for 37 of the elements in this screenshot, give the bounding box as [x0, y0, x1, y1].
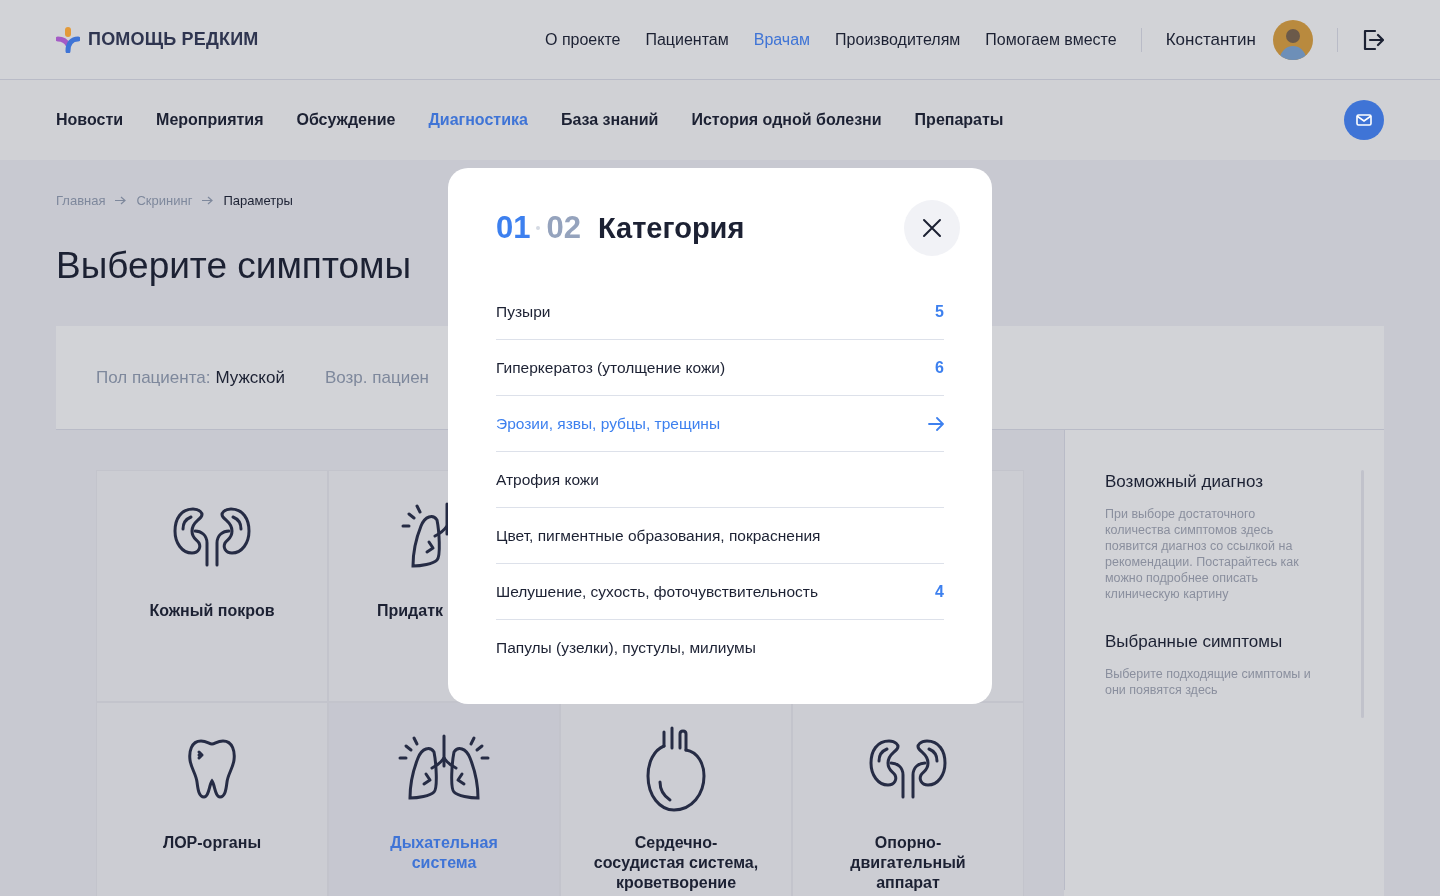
nav-tab[interactable]: Новости: [56, 111, 124, 129]
category-item[interactable]: Шелушение, сухость, фоточувствительность 4: [496, 564, 944, 620]
category-item[interactable]: Цвет, пигментные образования, покраснения: [496, 508, 944, 564]
sidebar-heading: Возможный диагноз: [1105, 472, 1265, 493]
header-link[interactable]: Производителям: [835, 30, 961, 49]
header-link[interactable]: Пациентам: [645, 30, 729, 49]
category-card[interactable]: Кожный покров: [96, 470, 328, 703]
category-card[interactable]: ЛОР-органы: [96, 702, 328, 896]
nav-tab[interactable]: База знаний: [560, 111, 659, 129]
header-link[interactable]: О проекте: [545, 30, 621, 49]
step-current: 01: [496, 210, 531, 246]
nav-tab[interactable]: История одной болезни: [691, 111, 882, 129]
sidebar-text: При выборе достаточного количества симптомов здесь появится диагноз со ссылкой на рекомендации. Постарайтесь как можно подробнее описать клиническую картину: [1105, 506, 1300, 603]
category-card[interactable]: Опорно-двигательный аппарат: [792, 702, 1024, 896]
header-link[interactable]: Помогаем вместе: [985, 30, 1117, 49]
filter-label: Пол пациента:: [96, 367, 211, 387]
sidebar-text: Выберите подходящие симптомы и они появятся здесь: [1105, 666, 1312, 699]
category-card[interactable]: Сердечно-сосудистая система, кроветворение: [560, 702, 792, 896]
step-total: 02: [546, 210, 581, 246]
filter-label: Возр. пациен: [324, 367, 429, 387]
logo-text: ПОМОЩЬ РЕДКИМ: [88, 29, 259, 50]
breadcrumb-link[interactable]: Параметры: [223, 193, 293, 208]
item-count: 4: [935, 582, 944, 601]
nav-tab[interactable]: Мероприятия: [156, 111, 264, 129]
dialog-title: Категория: [597, 211, 745, 245]
sidebar-heading: Выбранные симптомы: [1105, 632, 1284, 653]
page-title: Выберите симптомы: [56, 244, 413, 288]
user-name[interactable]: Константин: [1165, 29, 1256, 50]
category-item[interactable]: Гиперкератоз (утолщение кожи) 6: [496, 340, 944, 396]
item-count: 6: [935, 358, 944, 377]
category-item[interactable]: Эрозии, язвы, рубцы, трещины: [496, 396, 944, 452]
nav-tab[interactable]: Обсуждение: [296, 111, 396, 129]
nav-tab[interactable]: Препараты: [914, 111, 1004, 129]
filter-value[interactable]: Мужской: [215, 367, 285, 387]
category-item[interactable]: Атрофия кожи: [496, 452, 944, 508]
item-count: 5: [935, 302, 944, 321]
category-item[interactable]: Пузыри 5: [496, 284, 944, 340]
